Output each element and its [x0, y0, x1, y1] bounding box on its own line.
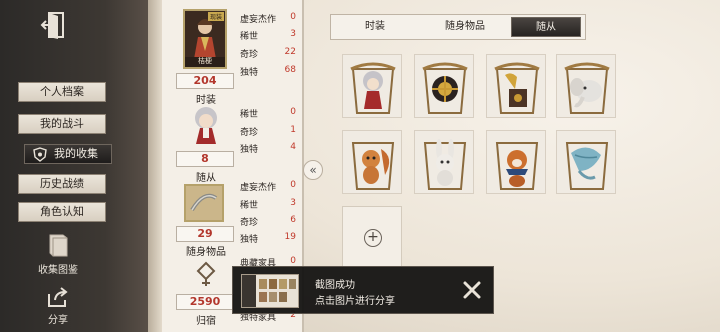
- follower-item-card[interactable]: [486, 54, 546, 118]
- nav-personal-profile[interactable]: 个人档案: [18, 82, 106, 102]
- follower-item-card[interactable]: [414, 54, 474, 118]
- costume-portrait-caption: 桔梗: [198, 57, 212, 65]
- exit-door-icon[interactable]: [40, 10, 70, 40]
- doll-follower-icon: [195, 107, 217, 144]
- equipped-badge: 现装: [207, 12, 224, 21]
- doll-in-cage-icon: [350, 62, 396, 114]
- nav-my-collection-label: 我的收集: [54, 147, 98, 160]
- follower-item-card[interactable]: [342, 54, 402, 118]
- follower-item-card[interactable]: [342, 130, 402, 194]
- accessory-stat-row: 稀世 3: [240, 198, 296, 211]
- costume-stat-row: 稀世 3: [240, 29, 296, 42]
- toast-title: 截图成功: [315, 280, 355, 291]
- follower-item-card[interactable]: [556, 54, 616, 118]
- share-label: 分享: [48, 315, 68, 326]
- follower-stat-row: 稀世 0: [240, 107, 296, 120]
- follower-item-card[interactable]: [556, 130, 616, 194]
- share-icon: [48, 287, 68, 307]
- shield-icon: [33, 147, 47, 162]
- accessory-count: 29: [176, 226, 234, 242]
- nav-history-records[interactable]: 历史战绩: [18, 174, 106, 194]
- red-panda-in-bucket-icon: [495, 142, 539, 190]
- category-tabs: 时装 随身物品 随从: [330, 14, 586, 40]
- screenshot-preview-icon: [242, 275, 296, 307]
- follower-stat-row: 独特 4: [240, 142, 296, 155]
- costume-portrait[interactable]: 现装 桔梗: [183, 9, 227, 69]
- tab-costume[interactable]: 时装: [335, 17, 415, 37]
- costume-stat-row: 虚妄杰作 0: [240, 12, 296, 25]
- book-icon: [49, 234, 68, 257]
- follower-label: 随从: [196, 173, 216, 184]
- screenshot-thumbnail[interactable]: [241, 274, 299, 308]
- nav-my-battles[interactable]: 我的战斗: [18, 114, 106, 134]
- costume-stat-row: 奇珍 22: [240, 47, 296, 60]
- share-button[interactable]: 分享: [28, 286, 88, 326]
- home-sigil-icon: [196, 261, 216, 286]
- accessory-stat-row: 虚妄杰作 0: [240, 180, 296, 193]
- left-sidebar: [0, 0, 150, 332]
- accessory-item-icon: [186, 186, 222, 220]
- collection-album-label: 收集图鉴: [38, 265, 78, 276]
- blue-leaf-creature-in-bucket-icon: [565, 142, 609, 190]
- follower-item-card[interactable]: [486, 130, 546, 194]
- rabbit-in-bucket-icon: [423, 139, 467, 190]
- follower-portrait[interactable]: [184, 104, 228, 146]
- home-count: 2590: [176, 294, 234, 310]
- follower-stat-row: 奇珍 1: [240, 125, 296, 138]
- nav-character-knowledge[interactable]: 角色认知: [18, 202, 106, 222]
- accessory-stat-row: 奇珍 6: [240, 215, 296, 228]
- add-follower-button[interactable]: +: [342, 206, 402, 268]
- toast-subtitle: 点击图片进行分享: [315, 296, 395, 307]
- paper-edge: [148, 0, 162, 332]
- accessory-stat-row: 独特 19: [240, 232, 296, 245]
- home-label: 归宿: [196, 316, 216, 327]
- collapse-panel-button[interactable]: «: [303, 160, 323, 180]
- collection-album-button[interactable]: 收集图鉴: [28, 232, 88, 276]
- nav-my-collection[interactable]: 我的收集: [24, 144, 112, 164]
- double-chevron-left-icon: «: [309, 163, 317, 177]
- tab-accessory[interactable]: 随身物品: [417, 17, 513, 37]
- costume-stat-row: 独特 68: [240, 65, 296, 78]
- screenshot-toast[interactable]: 截图成功 点击图片进行分享: [232, 266, 494, 314]
- home-icon-wrap[interactable]: [193, 260, 219, 288]
- accessory-portrait[interactable]: [184, 184, 224, 222]
- elephant-in-cage-icon: [564, 62, 610, 114]
- squirrel-in-bucket-icon: [351, 142, 395, 190]
- plus-icon: +: [364, 229, 382, 247]
- costume-count: 204: [176, 73, 234, 89]
- follower-count: 8: [176, 151, 234, 167]
- gramophone-in-cage-icon: [494, 62, 540, 114]
- close-icon[interactable]: [461, 279, 483, 301]
- orb-pet-in-cage-icon: [422, 62, 468, 114]
- tab-follower[interactable]: 随从: [511, 17, 581, 37]
- follower-item-card[interactable]: [414, 130, 474, 194]
- accessory-label: 随身物品: [186, 247, 226, 258]
